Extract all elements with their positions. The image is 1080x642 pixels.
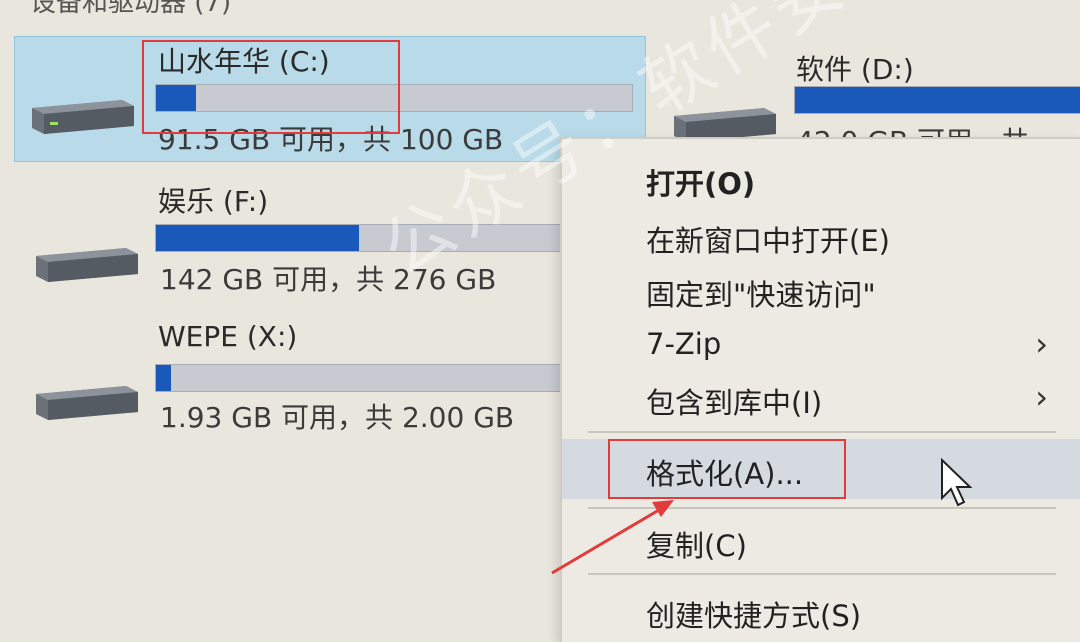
menu-item-label: 7-Zip: [646, 327, 722, 361]
menu-separator: [588, 431, 1056, 433]
menu-separator: [588, 573, 1056, 575]
context-menu: 打开(O) 在新窗口中打开(E) 固定到"快速访问" 7-Zip › 包含到库中…: [560, 137, 1080, 642]
drive-x-name[interactable]: WEPE (X:): [158, 320, 297, 353]
drive-f-usage-fill: [156, 225, 359, 251]
annotation-box-drive-c: [142, 40, 400, 134]
menu-item-label: 包含到库中(I): [646, 386, 823, 420]
annotation-box-format: [608, 439, 846, 499]
menu-item-label: 打开(O): [646, 167, 756, 201]
drive-f-usage-bar: [155, 224, 575, 252]
menu-item-label: 在新窗口中打开(E): [646, 224, 890, 258]
menu-item-open-new-window[interactable]: 在新窗口中打开(E): [562, 210, 1080, 262]
menu-item-label: 复制(C): [646, 529, 747, 563]
drive-f-name[interactable]: 娱乐 (F:): [158, 180, 268, 220]
menu-item-7zip[interactable]: 7-Zip ›: [562, 319, 1080, 371]
chevron-right-icon: ›: [1035, 325, 1048, 363]
section-header: 设备和驱动器 (7): [30, 0, 232, 18]
menu-item-create-shortcut[interactable]: 创建快捷方式(S): [562, 585, 1080, 637]
drive-d-usage-bar: [794, 86, 1080, 114]
menu-item-open[interactable]: 打开(O): [562, 153, 1080, 205]
drive-f-free-space: 142 GB 可用，共 276 GB: [160, 263, 497, 296]
drive-d-usage-fill: [795, 87, 1080, 113]
hard-drive-icon: [36, 386, 138, 420]
mouse-pointer-icon: [941, 458, 973, 507]
menu-item-label: 固定到"快速访问": [646, 278, 876, 312]
menu-separator: [588, 507, 1056, 509]
drive-d-name: 软件 (D:): [796, 53, 914, 86]
chevron-right-icon: ›: [1035, 378, 1048, 416]
menu-item-label: 创建快捷方式(S): [646, 599, 862, 633]
hard-drive-icon: [36, 248, 138, 282]
menu-item-include-in-library[interactable]: 包含到库中(I) ›: [562, 372, 1080, 424]
drive-x-usage-bar: [155, 364, 575, 392]
menu-item-copy[interactable]: 复制(C): [562, 515, 1080, 567]
drive-x-free-space: 1.93 GB 可用，共 2.00 GB: [160, 401, 515, 434]
menu-item-pin-quick-access[interactable]: 固定到"快速访问": [562, 264, 1080, 316]
drive-x-usage-fill: [156, 365, 171, 391]
hard-drive-icon: [32, 100, 134, 134]
